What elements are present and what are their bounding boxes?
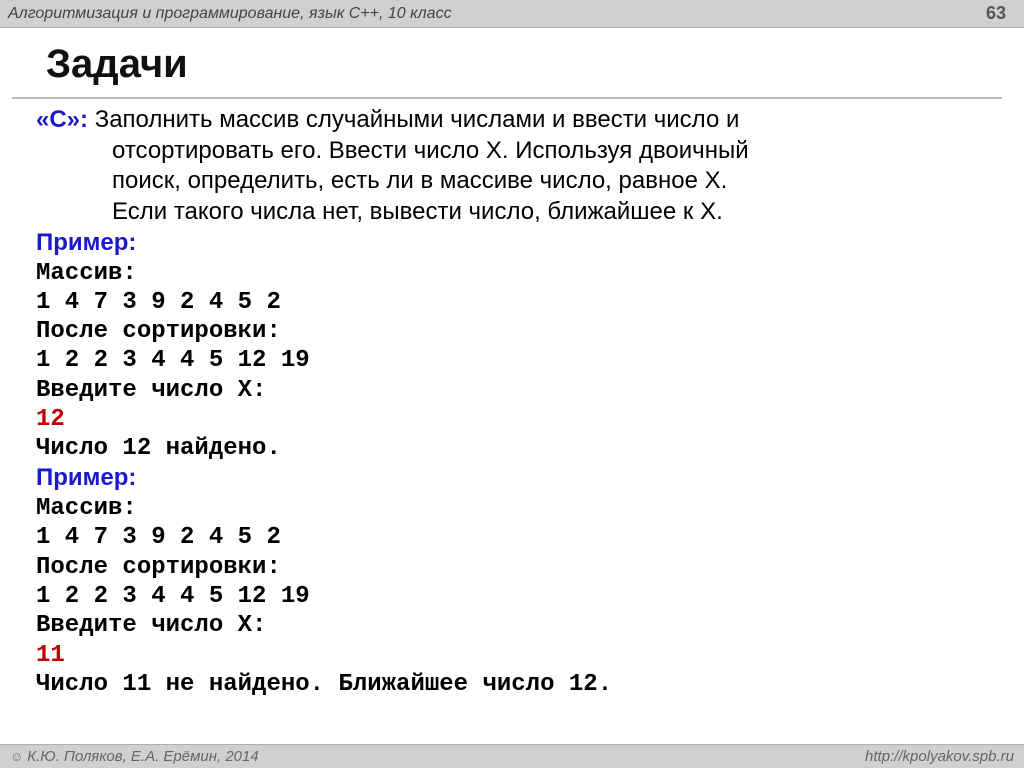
example-label-1: Пример:: [36, 228, 988, 259]
ex1-sorted: 1 2 2 3 4 4 5 12 19: [36, 346, 988, 375]
footer-bar: ☺ К.Ю. Поляков, Е.А. Ерёмин, 2014 http:/…: [0, 744, 1024, 768]
copyright-text: К.Ю. Поляков, Е.А. Ерёмин, 2014: [27, 748, 258, 765]
course-title: Алгоритмизация и программирование, язык …: [8, 5, 452, 23]
task-line-3: Если такого числа нет, вывести число, бл…: [36, 197, 988, 228]
slide-title: Задачи: [12, 28, 1002, 99]
ex1-array: 1 4 7 3 9 2 4 5 2: [36, 288, 988, 317]
page-number: 63: [986, 3, 1006, 24]
ex2-sorted: 1 2 2 3 4 4 5 12 19: [36, 582, 988, 611]
ex1-sorted-label: После сортировки:: [36, 317, 988, 346]
ex2-input: 11: [36, 641, 988, 670]
task-block: «C»: Заполнить массив случайными числами…: [36, 105, 988, 228]
ex2-array: 1 4 7 3 9 2 4 5 2: [36, 523, 988, 552]
copyright: ☺ К.Ю. Поляков, Е.А. Ерёмин, 2014: [10, 748, 259, 765]
ex2-result: Число 11 не найдено. Ближайшее число 12.: [36, 670, 988, 699]
ex1-array-label: Массив:: [36, 259, 988, 288]
copyright-icon: ☺: [10, 749, 23, 764]
difficulty-label: «C»:: [36, 106, 88, 133]
slide-body: «C»: Заполнить массив случайными числами…: [0, 99, 1024, 699]
header-bar: Алгоритмизация и программирование, язык …: [0, 0, 1024, 28]
ex1-prompt: Введите число X:: [36, 376, 988, 405]
footer-url: http://kpolyakov.spb.ru: [865, 748, 1014, 765]
task-line-0: Заполнить массив случайными числами и вв…: [95, 106, 740, 133]
ex1-result: Число 12 найдено.: [36, 434, 988, 463]
example-label-2: Пример:: [36, 463, 988, 494]
ex1-input: 12: [36, 405, 988, 434]
task-line-2: поиск, определить, есть ли в массиве чис…: [36, 166, 988, 197]
slide: Алгоритмизация и программирование, язык …: [0, 0, 1024, 768]
ex2-sorted-label: После сортировки:: [36, 553, 988, 582]
ex2-array-label: Массив:: [36, 494, 988, 523]
ex2-prompt: Введите число X:: [36, 611, 988, 640]
task-line-1: отсортировать его. Ввести число X. Испол…: [36, 136, 988, 167]
